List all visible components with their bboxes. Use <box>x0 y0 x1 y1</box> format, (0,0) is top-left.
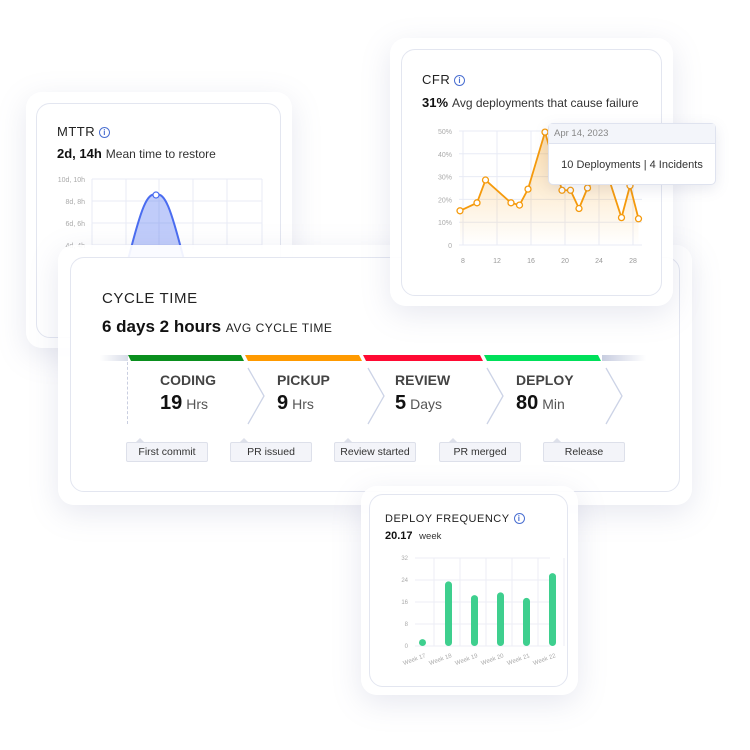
x-tick-label: 16 <box>527 258 535 265</box>
y-tick-label: 32 <box>401 556 408 562</box>
bar <box>471 595 478 646</box>
x-tick-label: Week 17 <box>402 653 427 667</box>
y-tick-label: 0 <box>448 243 452 250</box>
data-point <box>481 176 490 184</box>
data-point <box>456 207 464 215</box>
x-tick-label: 12 <box>493 258 501 265</box>
deploy-chart: 08162432Week 17 Week 18 Week 19 Week 20 Week… <box>401 556 565 667</box>
bar <box>549 573 556 646</box>
chevron-right-icon <box>486 367 504 425</box>
x-tick-label: Week 18 <box>428 653 453 667</box>
x-tick-label: 8 <box>461 258 465 265</box>
y-tick-label: 20% <box>438 197 452 204</box>
y-tick-label: 0 <box>405 644 409 650</box>
data-point <box>617 213 626 222</box>
y-tick-label: 16 <box>401 600 408 606</box>
x-tick-label: 24 <box>595 258 603 265</box>
data-point <box>583 184 592 192</box>
x-tick-label: Week 19 <box>454 653 479 667</box>
x-tick-label: Week 22 <box>532 653 557 667</box>
y-tick-label: 50% <box>438 129 452 136</box>
bar <box>497 592 504 646</box>
data-point <box>575 204 583 213</box>
x-tick-label: Week 20 <box>480 653 505 667</box>
y-tick-label: 8 <box>405 622 409 628</box>
bar <box>419 639 426 646</box>
cfr-tooltip: Apr 14, 2023 10 Deployments | 4 Incident… <box>548 123 716 185</box>
data-point <box>566 186 575 194</box>
data-point <box>473 199 481 207</box>
deploy-card: DEPLOY FREQUENCY i 20.17 week 0 8 16 24 32 Wee… <box>369 494 568 687</box>
chevron-right-icon <box>367 367 385 425</box>
bar <box>523 597 530 646</box>
y-tick-label: 24 <box>401 578 408 584</box>
data-point <box>507 199 515 207</box>
tooltip-date: Apr 14, 2023 <box>549 124 715 144</box>
y-tick-label: 30% <box>438 175 452 182</box>
x-tick-label: 28 <box>629 258 637 265</box>
y-tick-label: 40% <box>438 152 452 159</box>
chevron-right-icon <box>605 367 623 425</box>
chevron-right-icon <box>247 367 265 425</box>
data-point <box>558 186 566 194</box>
data-point <box>634 215 643 223</box>
x-tick-label: Week 21 <box>506 653 531 667</box>
data-point <box>524 185 532 193</box>
bar <box>445 581 452 646</box>
data-point <box>515 201 524 209</box>
tooltip-text: 10 Deployments | 4 Incidents <box>561 159 703 171</box>
y-tick-label: 10% <box>438 220 452 227</box>
x-tick-label: 20 <box>561 258 569 265</box>
